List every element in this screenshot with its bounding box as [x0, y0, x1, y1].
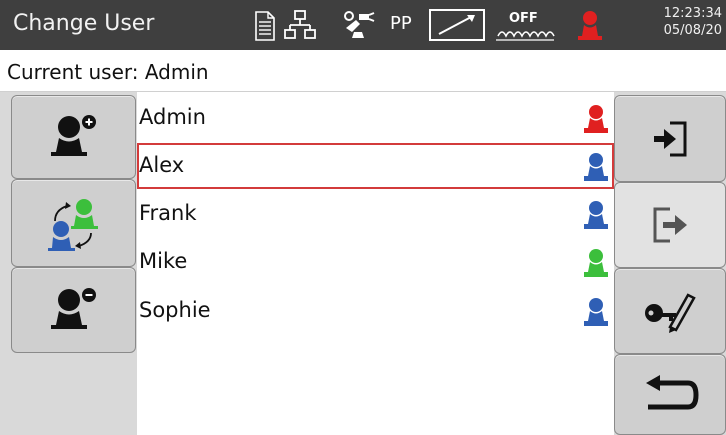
key-pen-icon	[645, 293, 696, 333]
user-name: Frank	[139, 201, 197, 225]
user-name: Alex	[139, 153, 185, 177]
user-role-icon	[584, 153, 608, 181]
user-row-alex[interactable]: Alex	[137, 143, 614, 189]
login-icon	[654, 121, 687, 156]
left-toolbar	[0, 92, 137, 435]
user-name: Admin	[139, 105, 206, 129]
user-role-icon	[584, 105, 608, 133]
mode-label: PP	[390, 13, 412, 34]
logout-icon	[653, 207, 687, 243]
user-role-icon	[584, 298, 608, 326]
heater-off-icon[interactable]: OFF	[494, 6, 556, 44]
user-row-sophie[interactable]: Sophie	[137, 288, 614, 334]
current-user-icon[interactable]	[576, 6, 604, 44]
robot-tool-icon[interactable]	[342, 6, 376, 44]
remove-user-button[interactable]	[11, 267, 136, 353]
current-user-bar: Current user: Admin	[0, 50, 726, 92]
user-row-mike[interactable]: Mike	[137, 239, 614, 285]
page-title: Change User	[13, 11, 155, 36]
add-user-button[interactable]	[11, 95, 136, 179]
user-role-icon	[584, 201, 608, 229]
remove-user-icon	[50, 288, 96, 329]
user-list: Admin Alex Frank Mike Sophie	[137, 92, 614, 435]
speed-ramp-icon[interactable]	[429, 6, 485, 44]
date-text: 05/08/20	[663, 23, 722, 38]
user-name: Sophie	[139, 298, 211, 322]
add-user-icon	[50, 115, 96, 156]
title-bar: Change User PP OFF 12:23:34 05/08/20	[0, 0, 726, 50]
switch-user-icon	[47, 199, 98, 251]
logout-button[interactable]	[614, 182, 726, 268]
current-user-text: Current user: Admin	[7, 60, 209, 84]
time-text: 12:23:34	[663, 6, 722, 21]
change-password-button[interactable]	[614, 268, 726, 354]
user-role-icon	[584, 249, 608, 277]
off-label: OFF	[509, 11, 538, 26]
back-button[interactable]	[614, 354, 726, 435]
document-icon[interactable]	[253, 6, 277, 44]
user-row-admin[interactable]: Admin	[137, 95, 614, 141]
network-icon[interactable]	[284, 6, 316, 44]
user-row-frank[interactable]: Frank	[137, 191, 614, 237]
user-name: Mike	[139, 249, 188, 273]
switch-user-button[interactable]	[11, 179, 136, 267]
login-button[interactable]	[614, 95, 726, 182]
clock: 12:23:34 05/08/20	[644, 5, 722, 39]
right-toolbar	[614, 92, 726, 435]
back-icon	[646, 374, 699, 409]
